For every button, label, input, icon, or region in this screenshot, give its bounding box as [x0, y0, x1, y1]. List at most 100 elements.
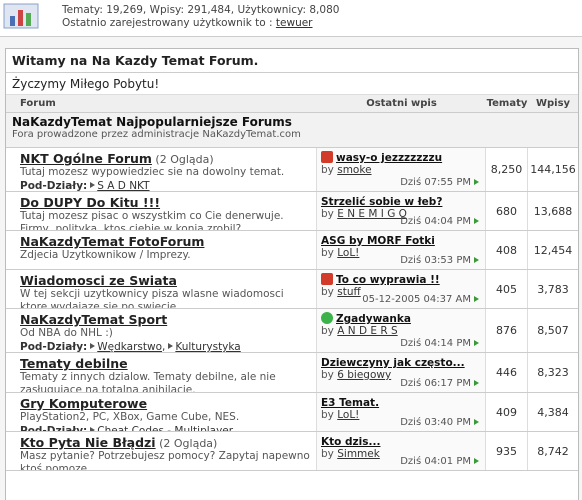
last-post-title-link[interactable]: Zgadywanka [336, 313, 411, 325]
last-post-title-link[interactable]: E3 Temat. [321, 397, 379, 409]
stats-totals: Tematy: 19,269, Wpisy: 291,484, Użytkown… [62, 4, 340, 16]
subforum-arrow-icon [90, 427, 96, 431]
last-post-author-link[interactable]: LoL! [337, 247, 359, 259]
forum-description: Tematy z innych dzialow. Tematy debilne,… [20, 371, 276, 392]
category-title[interactable]: NaKazdyTemat Najpopularniejsze Forums [12, 115, 572, 129]
forum-title-link[interactable]: Kto Pyta Nie Błądzi [20, 435, 156, 450]
subforum-arrow-icon [90, 182, 96, 188]
last-post-date-text: Dziś 06:17 PM [400, 378, 471, 389]
by-label: by [321, 325, 334, 337]
last-post-title-link[interactable]: To co wyprawia !! [336, 274, 440, 286]
topics-count: 408 [486, 231, 528, 269]
forum-title-link[interactable]: Gry Komputerowe [20, 396, 147, 411]
last-post-author-link[interactable]: 6 biegowy [337, 369, 391, 381]
last-post-date: 05-12-2005 04:37 AM [362, 294, 479, 305]
forum-title-link[interactable]: NKT Ogólne Forum [20, 151, 152, 166]
forum-title-link[interactable]: NaKazdyTemat FotoForum [20, 234, 204, 249]
forum-row: NaKazdyTemat FotoForum Zdjecia Uzytkowni… [6, 231, 578, 270]
last-post-title-link[interactable]: wasy-o jezzzzzzzu [336, 152, 442, 164]
forum-description: Zdjecia Uzytkownikow / Imprezy. [20, 249, 191, 261]
last-post-author-link[interactable]: LoL! [337, 409, 359, 421]
last-post-date-text: Dziś 03:40 PM [400, 417, 471, 428]
column-last-post: Ostatni wpis [366, 98, 437, 109]
last-post-title-link[interactable]: Strzelić sobie w łeb? [321, 196, 442, 208]
posts-count: 8,323 [537, 366, 569, 379]
forum-row: Kto Pyta Nie Błądzi (2 Ogląda) Masz pytan… [6, 432, 578, 471]
last-post-title-link[interactable]: Dziewczyny jak często... [321, 357, 465, 369]
last-post-date: Dziś 07:55 PM [400, 177, 479, 188]
forum-row: Tematy debilne Tematy z innych dzialow. … [6, 353, 578, 393]
topics-count: 446 [486, 353, 528, 392]
last-post-title-link[interactable]: Kto dzis... [321, 436, 380, 448]
forum-row: Wiadomosci ze Swiata W tej sekcji uzytko… [6, 270, 578, 309]
last-post-author-link[interactable]: stuff [337, 286, 360, 298]
go-to-last-post-icon[interactable] [474, 179, 479, 185]
last-post-author-link[interactable]: A N D E R S [337, 325, 397, 337]
go-to-last-post-icon[interactable] [474, 218, 479, 224]
stats-chart-icon [3, 3, 39, 29]
category-description: Fora prowadzone przez administracje NaKa… [12, 129, 301, 140]
forum-row: NaKazdyTemat Sport Od NBA do NHL :) Pod-D… [6, 309, 578, 353]
forum-row: Gry Komputerowe PlayStation2, PC, XBox, … [6, 393, 578, 432]
topics-count: 935 [486, 432, 528, 470]
go-to-last-post-icon[interactable] [474, 380, 479, 386]
go-to-last-post-icon[interactable] [474, 340, 479, 346]
forum-cell: Gry Komputerowe PlayStation2, PC, XBox, … [6, 393, 317, 431]
forum-description: Tutaj mozesz wypowiedziec sie na dowolny… [20, 166, 285, 178]
forum-row: Do DUPY Do Kitu !!! Tutaj mozesz pisac o… [6, 192, 578, 231]
last-post-cell: ASG by MORF Fotki by LoL! Dziś 03:53 PM [317, 231, 486, 269]
last-post-author: by smoke [321, 164, 481, 176]
posts-count: 3,783 [537, 282, 569, 296]
column-topics: Tematy [486, 98, 528, 109]
newest-user-link[interactable]: tewuer [276, 17, 313, 29]
last-post-title-link[interactable]: ASG by MORF Fotki [321, 235, 435, 247]
topics-count: 409 [486, 393, 528, 431]
forum-title-link[interactable]: Wiadomosci ze Swiata [20, 273, 177, 288]
greeting-text: Życzymy Miłego Pobytu! [6, 73, 578, 95]
last-post-cell: wasy-o jezzzzzzzu by smoke Dziś 07:55 PM [317, 148, 486, 191]
forum-description: Tutaj mozesz pisac o wszystkim co Cie de… [20, 210, 284, 230]
forum-cell: Kto Pyta Nie Błądzi (2 Ogląda) Masz pytan… [6, 432, 317, 470]
by-label: by [321, 208, 334, 220]
category-header: NaKazdyTemat Najpopularniejsze Forums Fo… [6, 113, 578, 148]
forum-viewers: (2 Ogląda) [159, 437, 218, 450]
go-to-last-post-icon[interactable] [474, 257, 479, 263]
posts-count: 8,742 [537, 444, 569, 458]
subforum-link[interactable]: Kulturystyka [175, 341, 240, 352]
last-post-date: Dziś 06:17 PM [400, 378, 479, 389]
forum-cell: NaKazdyTemat FotoForum Zdjecia Uzytkowni… [6, 231, 317, 269]
posts-count: 8,507 [537, 324, 569, 337]
forum-title-link[interactable]: NaKazdyTemat Sport [20, 312, 167, 327]
forum-description: Masz pytanie? Potrzebujesz pomocy? Zapyt… [20, 450, 310, 470]
forum-cell: Do DUPY Do Kitu !!! Tutaj mozesz pisac o… [6, 192, 317, 230]
by-label: by [321, 448, 334, 460]
last-post-cell: Kto dzis... by Simmek Dziś 04:01 PM [317, 432, 486, 470]
by-label: by [321, 164, 334, 176]
subforum-arrow-icon [168, 343, 174, 349]
go-to-last-post-icon[interactable] [474, 296, 479, 302]
forum-title-link[interactable]: Tematy debilne [20, 356, 128, 371]
last-post-author-link[interactable]: Simmek [337, 448, 380, 460]
forum-cell: Wiadomosci ze Swiata W tej sekcji uzytko… [6, 270, 317, 308]
last-post-date-text: Dziś 03:53 PM [400, 255, 471, 266]
go-to-last-post-icon[interactable] [474, 419, 479, 425]
subforum-link[interactable]: Wędkarstwo [97, 341, 162, 352]
by-label: by [321, 409, 334, 421]
by-label: by [321, 286, 334, 298]
last-post-date-text: 05-12-2005 04:37 AM [362, 294, 471, 305]
by-label: by [321, 247, 334, 259]
forum-description: Od NBA do NHL :) [20, 327, 113, 339]
last-post-date: Dziś 04:04 PM [400, 216, 479, 227]
last-post-author-link[interactable]: smoke [337, 164, 371, 176]
subforum-link[interactable]: Cheat Codes - Multiplayer [97, 425, 233, 431]
thumb-down-icon [321, 273, 333, 285]
subforum-link[interactable]: S A D NKT [97, 180, 149, 191]
last-post-date: Dziś 04:14 PM [400, 338, 479, 349]
forum-description: PlayStation2, PC, XBox, Game Cube, NES. [20, 411, 240, 423]
last-post-author-link[interactable]: E N E M I G O [337, 208, 407, 220]
go-to-last-post-icon[interactable] [474, 458, 479, 464]
newest-user-label: Ostatnio zarejestrowany użytkownik to : [62, 17, 276, 29]
forum-title-link[interactable]: Do DUPY Do Kitu !!! [20, 195, 160, 210]
welcome-title: Witamy na Na Kazdy Temat Forum. [6, 49, 578, 73]
topics-count: 680 [486, 192, 528, 230]
